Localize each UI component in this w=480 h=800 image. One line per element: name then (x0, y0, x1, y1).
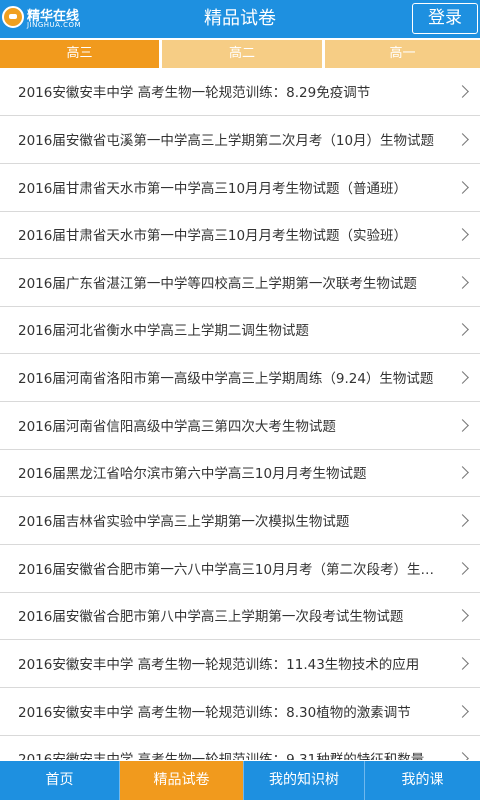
list-item-title: 2016届河北省衡水中学高三上学期二调生物试题 (18, 323, 309, 339)
chevron-right-icon (456, 562, 469, 575)
list-item-title: 2016届安徽省合肥市第八中学高三上学期第一次段考试生物试题 (18, 609, 404, 625)
chevron-right-icon (456, 657, 469, 670)
list-item[interactable]: 2016届河南省信阳高级中学高三第四次大考生物试题 (0, 404, 480, 450)
exam-list: 2016安徽安丰中学 高考生物一轮规范训练：8.29免疫调节 2016届安徽省屯… (0, 70, 480, 760)
chevron-right-icon (456, 514, 469, 527)
list-item[interactable]: 2016届安徽省合肥市第一六八中学高三10月月考（第二次段考）生物试题 (0, 547, 480, 593)
list-item[interactable]: 2016安徽安丰中学 高考生物一轮规范训练：9.31种群的特征和数量 (0, 737, 480, 760)
nav-exams[interactable]: 精品试卷 (120, 761, 243, 800)
list-item[interactable]: 2016安徽安丰中学 高考生物一轮规范训练：8.30植物的激素调节 (0, 690, 480, 736)
chevron-right-icon (456, 323, 469, 336)
list-item[interactable]: 2016届河南省洛阳市第一高级中学高三上学期周练（9.24）生物试题 (0, 356, 480, 402)
list-item[interactable]: 2016安徽安丰中学 高考生物一轮规范训练：11.43生物技术的应用 (0, 642, 480, 688)
top-bar: 精华在线 JINGHUA.COM 精品试卷 登录 (0, 0, 480, 38)
grade-tabs: 高三 高二 高一 (0, 38, 480, 68)
list-item-title: 2016届安徽省合肥市第一六八中学高三10月月考（第二次段考）生物试题 (18, 562, 440, 578)
bottom-nav: 首页 精品试卷 我的知识树 我的课 (0, 761, 480, 800)
chevron-right-icon (456, 85, 469, 98)
list-item-title: 2016安徽安丰中学 高考生物一轮规范训练：11.43生物技术的应用 (18, 657, 420, 673)
list-item[interactable]: 2016届甘肃省天水市第一中学高三10月月考生物试题（普通班） (0, 166, 480, 212)
chevron-right-icon (456, 228, 469, 241)
list-item-title: 2016安徽安丰中学 高考生物一轮规范训练：8.30植物的激素调节 (18, 705, 411, 721)
nav-knowledge-tree[interactable]: 我的知识树 (244, 761, 364, 800)
tab-grade-3[interactable]: 高三 (0, 40, 159, 68)
chevron-right-icon (456, 276, 469, 289)
login-button[interactable]: 登录 (412, 3, 478, 34)
list-item[interactable]: 2016安徽安丰中学 高考生物一轮规范训练：8.29免疫调节 (0, 70, 480, 116)
chevron-right-icon (456, 609, 469, 622)
list-item[interactable]: 2016届黑龙江省哈尔滨市第六中学高三10月月考生物试题 (0, 451, 480, 497)
list-item-title: 2016届河南省洛阳市第一高级中学高三上学期周练（9.24）生物试题 (18, 371, 434, 387)
list-item-title: 2016届黑龙江省哈尔滨市第六中学高三10月月考生物试题 (18, 466, 367, 482)
nav-my-courses[interactable]: 我的课 (365, 761, 480, 800)
list-item-title: 2016届安徽省屯溪第一中学高三上学期第二次月考（10月）生物试题 (18, 133, 435, 149)
chevron-right-icon (456, 419, 469, 432)
list-item[interactable]: 2016届安徽省合肥市第八中学高三上学期第一次段考试生物试题 (0, 594, 480, 640)
list-item-title: 2016届甘肃省天水市第一中学高三10月月考生物试题（实验班） (18, 228, 408, 244)
chevron-right-icon (456, 133, 469, 146)
chevron-right-icon (456, 371, 469, 384)
chevron-right-icon (456, 466, 469, 479)
chevron-right-icon (456, 181, 469, 194)
list-item-title: 2016届广东省湛江第一中学等四校高三上学期第一次联考生物试题 (18, 276, 417, 292)
list-item[interactable]: 2016届河北省衡水中学高三上学期二调生物试题 (0, 308, 480, 354)
list-item-title: 2016安徽安丰中学 高考生物一轮规范训练：8.29免疫调节 (18, 85, 371, 101)
tab-grade-1[interactable]: 高一 (325, 40, 480, 68)
list-item[interactable]: 2016届甘肃省天水市第一中学高三10月月考生物试题（实验班） (0, 213, 480, 259)
nav-home[interactable]: 首页 (0, 761, 119, 800)
list-item-title: 2016届吉林省实验中学高三上学期第一次模拟生物试题 (18, 514, 350, 530)
chevron-right-icon (456, 705, 469, 718)
list-item[interactable]: 2016届吉林省实验中学高三上学期第一次模拟生物试题 (0, 499, 480, 545)
chevron-right-icon (456, 752, 469, 760)
page-title: 精品试卷 (204, 8, 276, 29)
list-item-title: 2016届甘肃省天水市第一中学高三10月月考生物试题（普通班） (18, 181, 408, 197)
tab-grade-2[interactable]: 高二 (162, 40, 322, 68)
list-item[interactable]: 2016届广东省湛江第一中学等四校高三上学期第一次联考生物试题 (0, 261, 480, 307)
list-item[interactable]: 2016届安徽省屯溪第一中学高三上学期第二次月考（10月）生物试题 (0, 118, 480, 164)
list-item-title: 2016安徽安丰中学 高考生物一轮规范训练：9.31种群的特征和数量 (18, 752, 425, 760)
list-item-title: 2016届河南省信阳高级中学高三第四次大考生物试题 (18, 419, 336, 435)
